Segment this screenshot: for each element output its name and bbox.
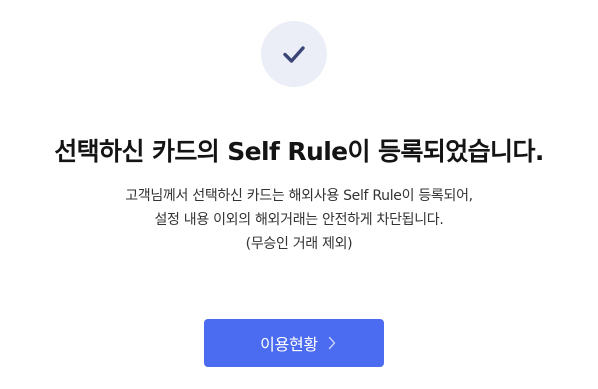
description-line: 설정 내용 이외의 해외거래는 안전하게 차단됩니다. bbox=[154, 212, 444, 228]
confirmation-description: 고객님께서 선택하신 카드는 해외사용 Self Rule이 등록되어, 설정 … bbox=[0, 184, 598, 256]
description-line: 고객님께서 선택하신 카드는 해외사용 Self Rule이 등록되어, bbox=[125, 188, 473, 204]
usage-status-button-label: 이용현황 bbox=[260, 335, 318, 354]
confirmation-title: 선택하신 카드의 Self Rule이 등록되었습니다. bbox=[54, 137, 544, 166]
success-badge bbox=[261, 21, 327, 87]
usage-status-button[interactable]: 이용현황 bbox=[204, 319, 384, 367]
confirmation-page: 선택하신 카드의 Self Rule이 등록되었습니다. 고객님께서 선택하신 … bbox=[0, 0, 598, 389]
chevron-right-icon bbox=[328, 336, 336, 350]
description-line: (무승인 거래 제외) bbox=[245, 236, 353, 252]
check-icon bbox=[283, 46, 305, 63]
